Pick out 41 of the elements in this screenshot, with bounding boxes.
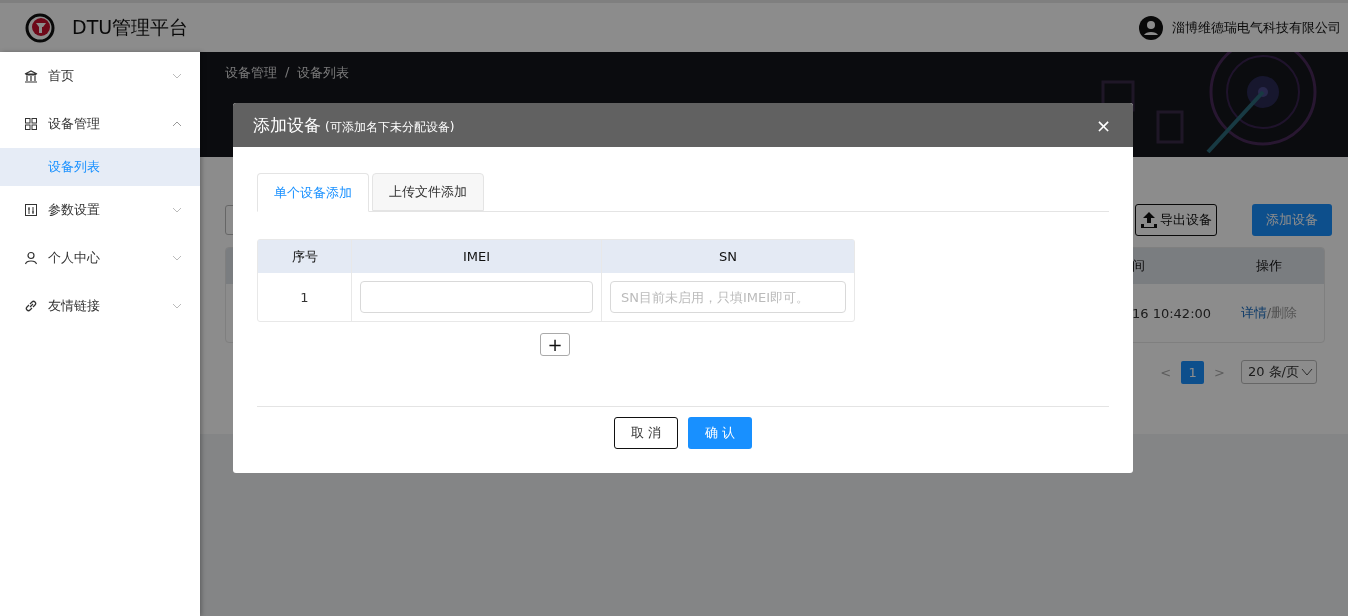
breadcrumb-link[interactable]: 设备列表 (297, 64, 350, 82)
imei-input[interactable] (360, 281, 593, 313)
company-name: 淄博维德瑞电气科技有限公司 (1172, 18, 1341, 37)
app-title: DTU管理平台 (72, 14, 189, 40)
breadcrumb-link[interactable]: 设备管理 (225, 64, 277, 82)
dialog-subtitle: (可添加名下未分配设备) (325, 118, 455, 136)
table-cell-text: 16 10:42:00 (1131, 305, 1213, 321)
grid-icon (24, 117, 38, 131)
avatar-icon (1139, 15, 1163, 40)
user-icon (24, 251, 38, 265)
menu-item[interactable]: 友情链接 (0, 282, 200, 330)
home-icon (24, 69, 38, 83)
column-header: 序号 (258, 240, 352, 273)
export-button[interactable]: 导出设备 (1135, 204, 1217, 236)
add-row-button[interactable]: + (540, 333, 570, 356)
tab[interactable]: 单个设备添加 (257, 173, 369, 212)
column-header: IMEI (352, 240, 602, 273)
submenu-item[interactable]: 设备列表 (0, 148, 200, 186)
upload-icon (1140, 211, 1158, 229)
sn-input[interactable]: SN目前未启用，只填IMEI即可。 (610, 281, 846, 313)
link-icon (24, 299, 38, 313)
column-header: 操作 (1255, 257, 1283, 275)
tab[interactable]: 上传文件添加 (372, 173, 484, 211)
detail-link[interactable]: 详情 (1240, 305, 1267, 320)
dialog-title: 添加设备 (253, 113, 321, 137)
caret-down-icon (1301, 368, 1313, 376)
column-header: 间 (1131, 257, 1146, 275)
menu-item[interactable]: 个人中心 (0, 234, 200, 282)
confirm-button[interactable]: 确 认 (688, 417, 752, 449)
close-button[interactable]: × (1095, 114, 1111, 136)
menu-item[interactable]: 首页 (0, 52, 200, 100)
page-size-select[interactable]: 20 条/页 (1240, 360, 1317, 384)
cancel-button[interactable]: 取 消 (614, 417, 678, 449)
column-header: SN (718, 248, 738, 266)
sliders-icon (24, 203, 38, 217)
logo-icon (25, 12, 55, 43)
menu-item[interactable]: 参数设置 (0, 186, 200, 234)
action-separator: / (1266, 305, 1272, 320)
table-cell: 1 (258, 273, 352, 321)
menu-item[interactable]: 设备管理 (0, 100, 200, 148)
breadcrumb-separator: / (285, 64, 290, 81)
